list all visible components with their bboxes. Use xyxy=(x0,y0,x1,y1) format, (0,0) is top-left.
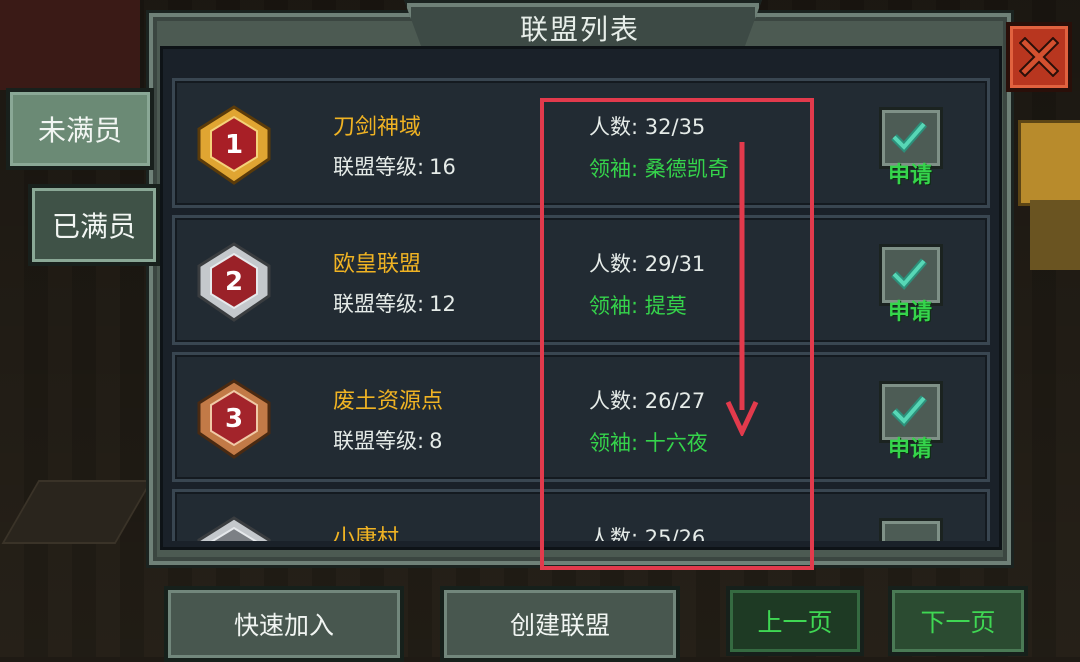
close-icon xyxy=(1019,37,1059,77)
background-crate xyxy=(1030,200,1080,270)
alliance-name: 刀剑神域 xyxy=(333,115,422,140)
alliance-level: 联盟等级: 8 xyxy=(333,425,443,455)
check-icon xyxy=(891,395,927,427)
rank-badge-icon: 3 xyxy=(197,379,271,459)
background-lamp xyxy=(1018,120,1080,206)
rank-number: 1 xyxy=(225,130,243,160)
alliance-name: 小康村 xyxy=(333,526,400,541)
rank-badge-icon: 2 xyxy=(197,242,271,322)
panel-title: 联盟列表 xyxy=(519,13,640,46)
level-label: 联盟等级: xyxy=(333,429,425,453)
apply-button[interactable]: 申请 xyxy=(877,381,943,462)
apply-label: 申请 xyxy=(887,300,932,325)
alliance-name: 欧皇联盟 xyxy=(333,252,422,277)
prev-page-button[interactable]: 上一页 xyxy=(726,586,864,656)
background-red-wall xyxy=(0,0,140,90)
create-alliance-button[interactable]: 创建联盟 xyxy=(440,586,680,662)
close-button[interactable] xyxy=(1006,22,1072,92)
rank-number: 3 xyxy=(225,404,243,434)
level-label: 联盟等级: xyxy=(333,292,425,316)
rank-badge-icon: 1 xyxy=(197,105,271,185)
apply-button[interactable]: 申请 xyxy=(877,244,943,325)
apply-button[interactable] xyxy=(877,518,943,541)
tab-full[interactable]: 已满员 xyxy=(28,184,160,266)
check-icon xyxy=(891,121,927,153)
check-icon xyxy=(891,258,927,290)
apply-button-frame xyxy=(879,518,943,541)
apply-label: 申请 xyxy=(887,163,932,188)
apply-label: 申请 xyxy=(887,437,932,462)
apply-button[interactable]: 申请 xyxy=(877,107,943,188)
rank-number: 2 xyxy=(225,267,243,297)
annotation-highlight-box xyxy=(540,98,814,570)
quick-join-button[interactable]: 快速加入 xyxy=(164,586,404,662)
annotation-arrow-down-icon xyxy=(725,142,759,436)
background-floor-tile xyxy=(1,480,153,544)
level-label: 联盟等级: xyxy=(333,155,425,179)
next-page-button[interactable]: 下一页 xyxy=(888,586,1028,656)
level-value: 16 xyxy=(429,155,456,179)
alliance-level: 联盟等级: 16 xyxy=(333,151,456,181)
alliance-name: 废土资源点 xyxy=(333,389,444,414)
alliance-level: 联盟等级: 12 xyxy=(333,288,456,318)
level-value: 12 xyxy=(429,292,456,316)
rank-badge-icon: 4 xyxy=(197,516,271,541)
tab-not-full[interactable]: 未满员 xyxy=(6,88,154,170)
level-value: 8 xyxy=(429,429,443,453)
